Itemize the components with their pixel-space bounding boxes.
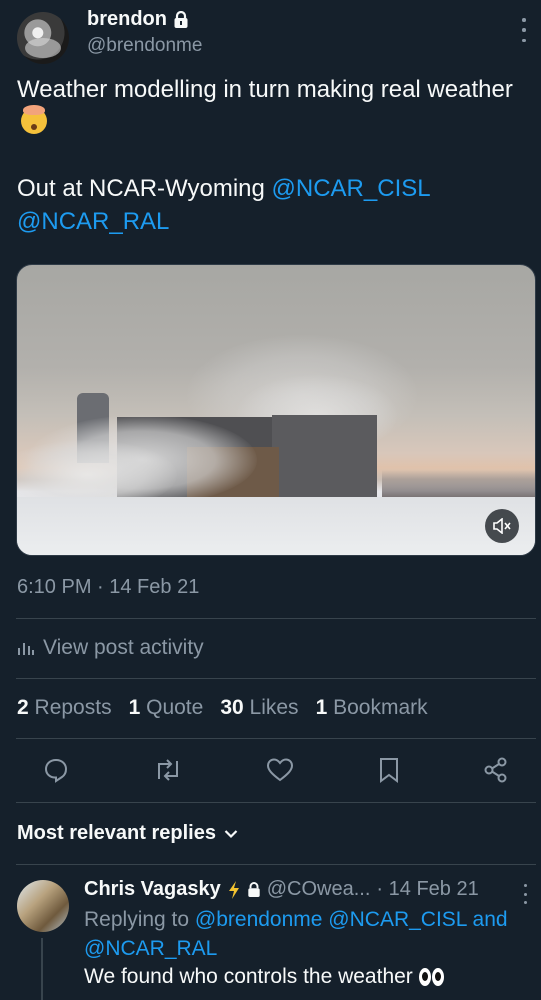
author-handle[interactable]: @brendonme xyxy=(87,35,202,57)
bookmarks-stat[interactable]: 1 Bookmark xyxy=(316,696,428,720)
share-icon[interactable] xyxy=(483,757,509,783)
likes-stat[interactable]: 30 Likes xyxy=(220,696,298,720)
reply-author-avatar[interactable] xyxy=(17,880,69,932)
author-name[interactable]: brendon xyxy=(87,8,167,31)
mute-button[interactable] xyxy=(485,509,519,543)
mute-icon xyxy=(493,518,511,534)
post-timestamp[interactable]: 6:10 PM · 14 Feb 21 xyxy=(17,576,199,599)
reply-header: Chris Vagasky @COwea... · 14 Feb 21 xyxy=(84,878,479,901)
reply-body: We found who controls the weather xyxy=(84,965,413,988)
reply-icon[interactable] xyxy=(43,757,69,783)
lock-icon xyxy=(174,10,188,28)
tweet-line1: Weather modelling in turn making real we… xyxy=(17,76,513,103)
author-avatar[interactable] xyxy=(17,12,69,64)
quotes-stat[interactable]: 1 Quote xyxy=(129,696,204,720)
activity-icon xyxy=(18,643,34,655)
replies-sort-dropdown[interactable]: Most relevant replies xyxy=(17,822,238,845)
mention-ncar-cisl[interactable]: @NCAR_CISL xyxy=(272,175,431,202)
repost-icon[interactable] xyxy=(153,757,183,783)
reply-author-handle[interactable]: @COwea... xyxy=(267,878,371,901)
divider xyxy=(16,618,536,619)
divider xyxy=(16,738,536,739)
activity-label[interactable]: View post activity xyxy=(43,636,204,660)
mention-ncar-ral[interactable]: @NCAR_RAL xyxy=(17,208,169,235)
action-bar xyxy=(16,752,536,788)
reply-author-name[interactable]: Chris Vagasky xyxy=(84,878,221,901)
divider xyxy=(16,864,536,865)
author-name-row[interactable]: brendon xyxy=(87,8,189,31)
replies-header[interactable]: Most relevant replies xyxy=(17,822,216,845)
reposts-stat[interactable]: 2 Reposts xyxy=(17,696,112,720)
thread-line xyxy=(41,938,43,1000)
reply-more-icon[interactable] xyxy=(518,884,532,904)
video-player[interactable] xyxy=(16,264,536,556)
like-icon[interactable] xyxy=(266,757,294,783)
replying-prefix: Replying to xyxy=(84,908,195,931)
lock-icon xyxy=(248,881,260,897)
tweet-text: Weather modelling in turn making real we… xyxy=(17,73,527,238)
bookmark-icon[interactable] xyxy=(378,757,400,783)
reply-text: We found who controls the weather xyxy=(84,965,444,989)
divider xyxy=(16,802,536,803)
replying-to: Replying to @brendonme @NCAR_CISL and @N… xyxy=(84,905,524,963)
eyes-emoji xyxy=(418,968,444,986)
view-post-activity[interactable]: View post activity xyxy=(17,636,204,660)
lightning-icon xyxy=(228,880,239,899)
divider xyxy=(16,678,536,679)
reply-date[interactable]: · 14 Feb 21 xyxy=(376,878,478,901)
chevron-down-icon xyxy=(224,829,238,838)
engagement-stats: 2 Reposts 1 Quote 30 Likes 1 Bookmark xyxy=(17,696,428,720)
mind-blown-emoji xyxy=(21,105,47,134)
tweet-line2: Out at NCAR-Wyoming xyxy=(17,175,272,202)
more-icon[interactable] xyxy=(514,18,534,42)
